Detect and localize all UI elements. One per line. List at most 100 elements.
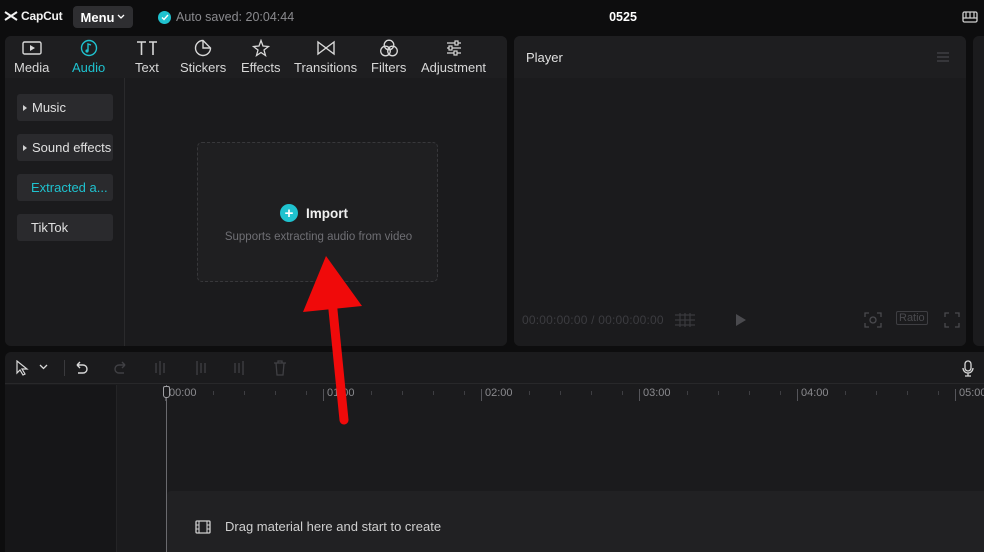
trash-icon[interactable] (273, 360, 287, 376)
player-viewport: 00:00:00:00 / 00:00:00:00 Ratio (514, 78, 966, 346)
chevron-down-icon (118, 14, 125, 19)
tab-adjustment[interactable]: Adjustment (421, 39, 486, 75)
ruler-minor-tick (687, 391, 688, 395)
plus-icon: + (280, 204, 298, 222)
autosave-text: Auto saved: 20:04:44 (176, 10, 295, 24)
ruler-label: 03:00 (643, 387, 671, 399)
delete-left-icon[interactable] (193, 360, 207, 376)
player-panel: Player 00:00:00:00 / 00:00:00:00 Ratio (514, 36, 966, 346)
hamburger-menu-icon[interactable] (936, 51, 950, 63)
top-bar: CapCut Menu Auto saved: 20:04:44 0525 (0, 0, 984, 34)
ruler-minor-tick (780, 391, 781, 395)
chevron-down-icon[interactable] (39, 364, 48, 370)
expand-triangle-icon (23, 104, 27, 111)
ruler-major-tick (639, 389, 640, 401)
ruler-minor-tick (275, 391, 276, 395)
fullscreen-icon[interactable] (944, 312, 960, 328)
tab-label: Filters (371, 60, 407, 75)
sidebar-item-music[interactable]: Music (17, 94, 113, 121)
ruler-major-tick (797, 389, 798, 401)
menu-button[interactable]: Menu (73, 6, 133, 28)
sticker-icon (194, 39, 212, 57)
menu-label: Menu (80, 9, 115, 25)
ruler-minor-tick (876, 391, 877, 395)
effects-star-icon (251, 39, 270, 57)
ruler-label: 05:00 (959, 387, 984, 399)
autosave-status: Auto saved: 20:04:44 (158, 10, 294, 24)
main-track-dropzone[interactable]: Drag material here and start to create (167, 491, 984, 552)
delete-right-icon[interactable] (233, 360, 247, 376)
ruler-minor-tick (938, 391, 939, 395)
ruler-minor-tick (560, 391, 561, 395)
redo-icon[interactable] (113, 360, 129, 376)
tab-label: Text (135, 60, 159, 75)
drag-hint-text: Drag material here and start to create (225, 519, 442, 534)
ruler-minor-tick (244, 391, 245, 395)
project-title[interactable]: 0525 (600, 10, 646, 24)
ruler-minor-tick (749, 391, 750, 395)
ratio-button[interactable]: Ratio (896, 311, 928, 325)
tab-label: Transitions (294, 60, 358, 75)
playhead-handle[interactable] (163, 386, 170, 398)
toolbar-divider (64, 360, 65, 376)
tab-effects[interactable]: Effects (241, 39, 281, 75)
ruler-minor-tick (213, 391, 214, 395)
grid-list-icon[interactable] (674, 312, 696, 328)
tab-text[interactable]: Text (135, 39, 159, 75)
track-header-column (5, 385, 117, 552)
details-panel-edge (973, 36, 984, 346)
timecode: 00:00:00:00 / 00:00:00:00 (522, 313, 664, 327)
tab-filters[interactable]: Filters (371, 39, 406, 75)
player-title: Player (526, 50, 563, 65)
filters-icon (379, 39, 398, 57)
ruler-minor-tick (591, 391, 592, 395)
capcut-logo-icon (4, 11, 18, 21)
timeline-toolbar (5, 352, 984, 384)
media-panel: Media Audio Text Stickers Effects Transi… (5, 36, 507, 346)
sidebar-item-tiktok[interactable]: TikTok (17, 214, 113, 241)
keyboard-shortcuts-icon[interactable] (962, 11, 978, 23)
play-icon[interactable] (734, 312, 748, 328)
sidebar-item-sound-effects[interactable]: Sound effects (17, 134, 113, 161)
drag-hint: Drag material here and start to create (195, 519, 441, 534)
ruler-label: 00:00 (169, 387, 197, 399)
select-cursor-icon[interactable] (15, 360, 29, 376)
logo-text: CapCut (21, 9, 63, 23)
tab-media[interactable]: Media (14, 39, 49, 75)
undo-icon[interactable] (73, 360, 89, 376)
split-icon[interactable] (153, 360, 167, 376)
sidebar-item-extracted-audio[interactable]: Extracted a... (17, 174, 113, 201)
capcut-logo: CapCut (4, 9, 63, 23)
tab-stickers[interactable]: Stickers (180, 39, 226, 75)
sidebar-item-label: Music (32, 100, 66, 115)
timeline-ruler[interactable]: 00:00 01:00 02:00 03:00 04:00 05:00 (165, 385, 984, 407)
tab-transitions[interactable]: Transitions (294, 39, 357, 75)
ruler-minor-tick (845, 391, 846, 395)
transition-bowtie-icon (316, 40, 335, 56)
check-circle-icon (158, 10, 171, 24)
import-button[interactable]: + Import (280, 204, 348, 222)
media-tabs: Media Audio Text Stickers Effects Transi… (5, 36, 507, 78)
tab-label: Effects (241, 60, 281, 75)
ruler-major-tick (955, 389, 956, 401)
import-label: Import (306, 205, 348, 221)
text-icon (136, 41, 157, 55)
ruler-minor-tick (433, 391, 434, 395)
ruler-label: 04:00 (801, 387, 829, 399)
sidebar-item-label: Extracted a... (31, 180, 108, 195)
player-header: Player (514, 36, 966, 78)
sidebar-item-label: TikTok (31, 220, 69, 235)
ruler-minor-tick (402, 391, 403, 395)
tab-audio[interactable]: Audio (72, 39, 105, 75)
microphone-icon[interactable] (962, 360, 974, 378)
screenshot-frame-icon[interactable] (864, 312, 882, 328)
import-subtitle: Supports extracting audio from video (224, 231, 413, 243)
sidebar-item-label: Sound effects (32, 140, 112, 155)
adjustment-sliders-icon (446, 40, 461, 56)
media-icon (22, 41, 42, 55)
ruler-major-tick (481, 389, 482, 401)
audio-sidebar: Music Sound effects Extracted a... TikTo… (5, 78, 125, 346)
timeline-panel: 00:00 01:00 02:00 03:00 04:00 05:00 (5, 352, 984, 552)
expand-triangle-icon (23, 144, 27, 151)
tab-label: Stickers (180, 60, 227, 75)
